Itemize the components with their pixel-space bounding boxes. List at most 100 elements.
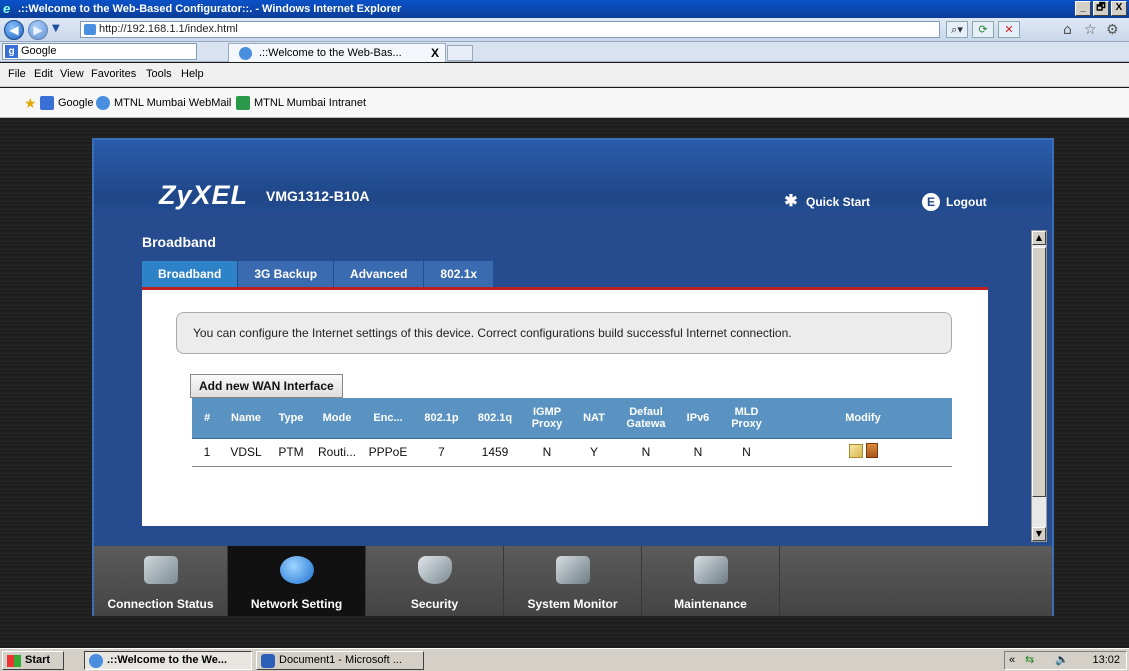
cell-type: PTM [270, 438, 312, 467]
col-modify: Modify [774, 398, 952, 439]
address-url: http://192.168.1.1/index.html [99, 23, 238, 35]
menu-edit[interactable]: Edit [34, 68, 53, 80]
edit-icon[interactable] [848, 443, 863, 458]
zyxel-logo: ZyXEL [159, 180, 249, 210]
menu-view[interactable]: View [60, 68, 84, 80]
fav-google[interactable]: Google [40, 96, 93, 110]
section-title: Broadband [142, 234, 216, 250]
fav-google-label: Google [58, 97, 94, 109]
address-bar-row: ◀ ▶ ▼ http://192.168.1.1/index.html ⌕▾ ⟳… [0, 18, 1129, 42]
maximize-button[interactable]: 🗗 [1093, 1, 1109, 16]
nav-system-monitor-label: System Monitor [527, 597, 618, 611]
cell-ipv6: N [677, 438, 719, 467]
fav-mtnl-intranet[interactable]: MTNL Mumbai Intranet [236, 96, 366, 110]
address-tools: ⌕▾ ⟳ ✕ [946, 21, 1020, 38]
browser-tab-active[interactable]: .::Welcome to the Web-Bas... X [228, 43, 446, 62]
col-igmp-proxy: IGMP Proxy [521, 398, 573, 439]
browser-tab-title: .::Welcome to the Web-Bas... [259, 47, 402, 59]
add-wan-interface-button[interactable]: Add new WAN Interface [190, 374, 343, 398]
table-header-row: # Name Type Mode Enc... 802.1p 802.1q IG… [192, 398, 952, 439]
clock: 13:02 [1092, 654, 1120, 666]
cell-802-1p: 7 [414, 438, 469, 467]
volume-icon[interactable]: 🔈 [1055, 652, 1069, 669]
close-tab-icon[interactable]: X [431, 44, 439, 62]
menu-help[interactable]: Help [181, 68, 204, 80]
cell-name: VDSL [222, 438, 270, 467]
nav-network-setting[interactable]: Network Setting [228, 546, 366, 616]
new-tab-button[interactable] [447, 45, 473, 61]
cell-nat: Y [573, 438, 615, 467]
network-tray-icon[interactable]: ⇆ [1025, 652, 1034, 669]
ie-tab-icon [239, 47, 252, 60]
nav-maintenance-label: Maintenance [674, 597, 747, 611]
menu-tools[interactable]: Tools [146, 68, 172, 80]
menu-file[interactable]: File [8, 68, 26, 80]
home-icon[interactable]: ⌂ [1063, 22, 1072, 38]
nav-security[interactable]: Security [366, 546, 504, 616]
tab-3g-backup[interactable]: 3G Backup [238, 261, 335, 287]
tab-advanced[interactable]: Advanced [334, 261, 425, 287]
col-ipv6: IPv6 [677, 398, 719, 439]
minimize-button[interactable]: _ [1075, 1, 1091, 16]
col-802-1p: 802.1p [414, 398, 469, 439]
col-802-1q: 802.1q [469, 398, 521, 439]
search-dropdown-icon[interactable]: ⌕▾ [946, 21, 968, 38]
back-button[interactable]: ◀ [4, 20, 24, 40]
fav-mtnl-webmail[interactable]: MTNL Mumbai WebMail [96, 96, 231, 110]
forward-button[interactable]: ▶ [28, 20, 48, 40]
window-controls: _ 🗗 X [1075, 1, 1127, 16]
delete-trash-icon[interactable] [865, 443, 878, 459]
favorites-star-icon-bar[interactable]: ★ [24, 95, 37, 112]
nav-connection-status-label: Connection Status [107, 597, 214, 611]
cell-igmp-proxy: N [521, 438, 573, 467]
info-message: You can configure the Internet settings … [176, 312, 952, 354]
taskbar-word-label: Document1 - Microsoft ... [279, 654, 402, 666]
tray-expand-icon[interactable]: « [1009, 652, 1015, 669]
wan-interface-table: # Name Type Mode Enc... 802.1p 802.1q IG… [192, 398, 952, 467]
scroll-thumb[interactable] [1032, 247, 1046, 497]
config-tabs: Broadband 3G Backup Advanced 802.1x [142, 261, 495, 287]
google-search-box[interactable]: g Google [2, 43, 197, 60]
page-scrollbar[interactable]: ▲ ▼ [1031, 230, 1047, 542]
taskbar-ie-window[interactable]: .::Welcome to the We... [84, 651, 252, 670]
google-fav-icon [40, 96, 54, 110]
logout-link[interactable]: E Logout [922, 193, 987, 211]
taskbar-ie-label: .::Welcome to the We... [107, 654, 227, 666]
menu-favorites[interactable]: Favorites [91, 68, 136, 80]
tools-gear-icon[interactable]: ⚙ [1106, 22, 1119, 38]
col-type: Type [270, 398, 312, 439]
taskbar-word-window[interactable]: Document1 - Microsoft ... [256, 651, 424, 670]
ie-fav-icon [96, 96, 110, 110]
close-button[interactable]: X [1111, 1, 1127, 16]
col-index: # [192, 398, 222, 439]
favorites-star-icon[interactable]: ☆ [1084, 22, 1097, 38]
col-nat: NAT [573, 398, 615, 439]
cell-modify [774, 438, 952, 467]
address-input[interactable]: http://192.168.1.1/index.html [80, 21, 940, 38]
modify-actions [848, 443, 878, 459]
quick-start-link[interactable]: ✱ Quick Start [782, 193, 870, 211]
cell-encapsulation: PPPoE [362, 438, 414, 467]
favorites-bar: ★ Google MTNL Mumbai WebMail MTNL Mumbai… [0, 88, 1129, 118]
col-encapsulation: Enc... [362, 398, 414, 439]
tab-broadband[interactable]: Broadband [142, 261, 239, 287]
refresh-icon[interactable]: ⟳ [972, 21, 994, 38]
security-shield-icon [417, 556, 452, 584]
window-title: .::Welcome to the Web-Based Configurator… [18, 3, 402, 15]
nav-system-monitor[interactable]: System Monitor [504, 546, 642, 616]
windows-taskbar: Start .::Welcome to the We... Document1 … [0, 648, 1129, 671]
scroll-up-icon[interactable]: ▲ [1032, 231, 1046, 245]
scroll-down-icon[interactable]: ▼ [1032, 527, 1046, 541]
ie-task-icon [89, 654, 103, 668]
nav-maintenance[interactable]: Maintenance [642, 546, 780, 616]
col-name: Name [222, 398, 270, 439]
page-viewport: ZyXEL VMG1312-B10A ✱ Quick Start E Logou… [0, 118, 1129, 648]
tab-802-1x[interactable]: 802.1x [424, 261, 495, 287]
word-task-icon [261, 654, 275, 668]
start-button[interactable]: Start [2, 651, 64, 670]
nav-connection-status[interactable]: Connection Status [94, 546, 228, 616]
recent-pages-dropdown[interactable]: ▼ [52, 23, 60, 34]
stop-icon[interactable]: ✕ [998, 21, 1020, 38]
connection-status-icon [143, 556, 178, 584]
cell-802-1q: 1459 [469, 438, 521, 467]
